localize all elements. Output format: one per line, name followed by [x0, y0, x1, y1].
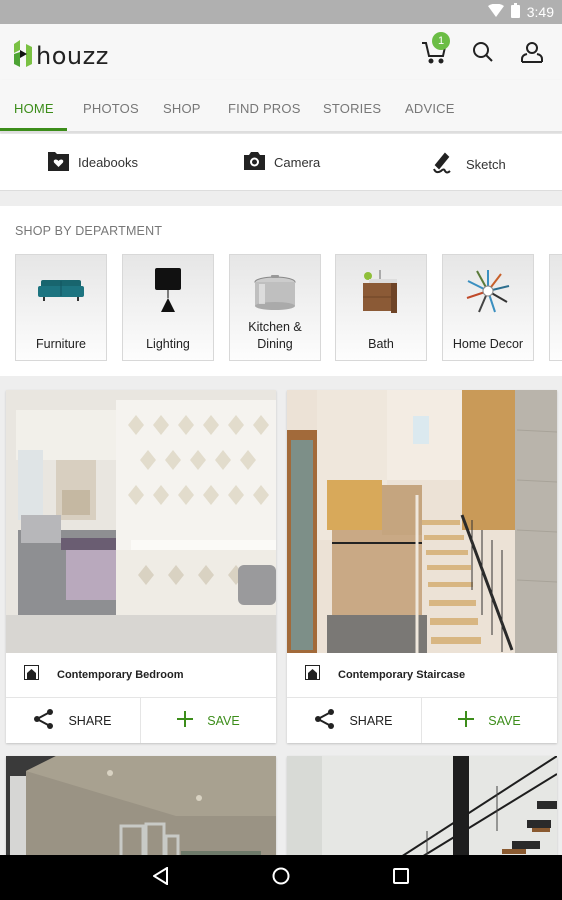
- camera-icon: [244, 151, 265, 173]
- profile-button[interactable]: [518, 40, 546, 68]
- photo-modern-staircase[interactable]: [287, 756, 557, 866]
- vanity-icon: [336, 261, 426, 321]
- tab-advice[interactable]: ADVICE: [405, 101, 455, 116]
- sketch-button[interactable]: Sketch: [432, 151, 506, 178]
- profile-icon: [521, 41, 543, 68]
- house-icon: [304, 664, 321, 685]
- sofa-icon: [16, 261, 106, 321]
- status-bar: 3:49: [0, 0, 562, 24]
- recents-icon: [393, 867, 409, 889]
- camera-label: Camera: [274, 154, 321, 170]
- department-label: Bath: [368, 337, 394, 351]
- department-label: Furniture: [35, 337, 87, 351]
- share-label: SHARE: [349, 713, 393, 728]
- battery-icon: [510, 3, 520, 21]
- app-bar: houzz 1: [0, 24, 562, 80]
- share-button[interactable]: SHARE: [6, 698, 141, 743]
- recents-button[interactable]: [389, 866, 413, 890]
- department-label: Home Decor: [452, 337, 524, 351]
- photo-actions: SHARE SAVE: [6, 698, 276, 743]
- photo-contemporary-staircase[interactable]: [287, 390, 557, 653]
- department-lighting[interactable]: Lighting: [122, 254, 214, 361]
- photo-card[interactable]: Contemporary Bedroom SHARE SAVE: [6, 390, 276, 743]
- houzz-logo-icon: [14, 40, 32, 72]
- department-more[interactable]: [549, 254, 562, 361]
- tab-shop[interactable]: SHOP: [163, 101, 201, 116]
- department-furniture[interactable]: Furniture: [15, 254, 107, 361]
- section-title: SHOP BY DEPARTMENT: [15, 224, 163, 238]
- back-button[interactable]: [149, 865, 173, 890]
- sketch-label: Sketch: [466, 157, 506, 172]
- save-button[interactable]: SAVE: [141, 698, 276, 743]
- plus-icon: [458, 711, 475, 730]
- tab-find-pros[interactable]: FIND PROS: [228, 101, 301, 116]
- plus-icon: [177, 711, 194, 730]
- photo-card[interactable]: [6, 756, 276, 866]
- cart-badge: 1: [432, 32, 450, 50]
- photo-contemporary-bedroom[interactable]: [6, 390, 276, 653]
- home-icon: [272, 867, 290, 890]
- photo-caption: Contemporary Staircase: [287, 653, 557, 698]
- tab-photos[interactable]: PHOTOS: [83, 101, 139, 116]
- tab-stories[interactable]: STORIES: [323, 101, 381, 116]
- logo-text: houzz: [36, 42, 109, 70]
- photo-title: Contemporary Staircase: [338, 669, 466, 681]
- ideabooks-label: Ideabooks: [78, 155, 138, 170]
- photo-card[interactable]: [287, 756, 557, 866]
- pot-icon: [230, 261, 320, 321]
- save-button[interactable]: SAVE: [422, 698, 557, 743]
- camera-button[interactable]: Camera: [244, 151, 320, 173]
- photo-interior-folding-doors[interactable]: [6, 756, 276, 866]
- save-label: SAVE: [207, 713, 240, 728]
- shop-by-department-section: SHOP BY DEPARTMENT Furniture Lighting Ki…: [0, 206, 562, 376]
- search-icon: [472, 41, 494, 68]
- home-button[interactable]: [269, 866, 293, 890]
- save-label: SAVE: [488, 713, 521, 728]
- search-button[interactable]: [469, 40, 497, 68]
- wifi-icon: [487, 3, 504, 20]
- share-label: SHARE: [68, 713, 112, 728]
- tab-home[interactable]: HOME: [14, 101, 54, 116]
- department-bath[interactable]: Bath: [335, 254, 427, 361]
- ideabooks-button[interactable]: Ideabooks: [48, 151, 138, 174]
- active-tab-indicator: [0, 128, 67, 131]
- clock-icon: [443, 261, 533, 321]
- department-home-decor[interactable]: Home Decor: [442, 254, 534, 361]
- quick-actions-bar: Ideabooks Camera Sketch: [0, 134, 562, 191]
- photo-actions: SHARE SAVE: [287, 698, 557, 743]
- ideabook-icon: [48, 151, 69, 174]
- houzz-logo[interactable]: houzz: [14, 40, 109, 72]
- department-label: Lighting: [146, 337, 190, 351]
- back-icon: [152, 865, 169, 890]
- cart-button[interactable]: 1: [420, 32, 450, 68]
- photo-title: Contemporary Bedroom: [57, 669, 184, 681]
- department-label: Kitchen & Dining: [248, 320, 302, 351]
- sketch-icon: [432, 151, 457, 178]
- status-time: 3:49: [526, 4, 554, 20]
- photo-caption: Contemporary Bedroom: [6, 653, 276, 698]
- department-kitchen-dining[interactable]: Kitchen & Dining: [229, 254, 321, 361]
- main-tabs: HOME PHOTOS SHOP FIND PROS STORIES ADVIC…: [0, 80, 562, 132]
- system-nav-bar: [0, 855, 562, 900]
- photo-card[interactable]: Contemporary Staircase SHARE SAVE: [287, 390, 557, 743]
- house-icon: [23, 664, 40, 685]
- share-button[interactable]: SHARE: [287, 698, 422, 743]
- share-icon: [34, 709, 54, 732]
- lamp-icon: [123, 261, 213, 321]
- share-icon: [315, 709, 335, 732]
